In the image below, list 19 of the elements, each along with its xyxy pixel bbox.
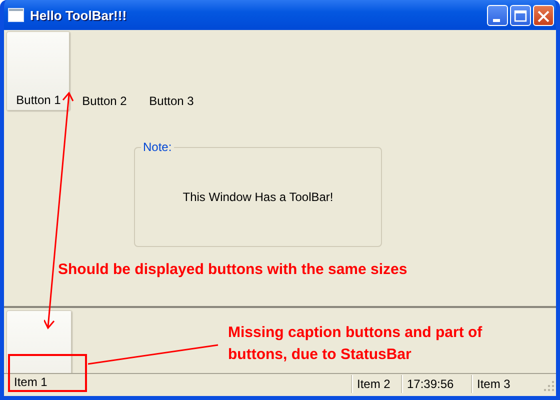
close-button[interactable]	[533, 4, 554, 26]
status-text: Item 3	[471, 375, 543, 393]
status-text: Item 1	[13, 374, 48, 389]
toolbar-button[interactable]	[6, 310, 73, 373]
status-text: Item 2	[351, 375, 401, 393]
window-icon	[8, 8, 24, 22]
status-text: 17:39:56	[401, 375, 471, 393]
toolbar-button[interactable]: Button 2	[71, 94, 138, 112]
annotation-text: Should be displayed buttons with the same sizes	[58, 261, 408, 278]
window-title: Hello ToolBar!!!	[30, 8, 127, 22]
toolbar-button[interactable]: Button 1	[6, 31, 71, 112]
minimize-button[interactable]	[487, 4, 508, 26]
minimize-icon	[493, 18, 500, 22]
group-legend: Note:	[141, 140, 174, 154]
toolbar-button[interactable]: Button 3	[138, 94, 205, 112]
maximize-button[interactable]	[510, 4, 531, 26]
annotation-text: Missing caption buttons and part of buttons, due to StatusBar	[228, 323, 484, 365]
group-text: This Window Has a ToolBar!	[182, 190, 334, 204]
resize-grip-icon[interactable]	[543, 380, 555, 392]
